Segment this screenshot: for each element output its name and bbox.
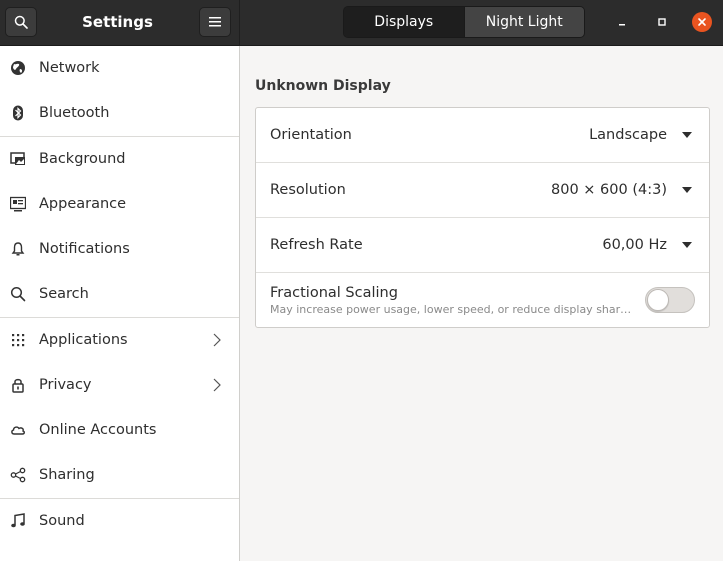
minimize-icon [619, 24, 625, 26]
sidebar-item-label: Search [39, 286, 89, 302]
sidebar-item-label: Network [39, 60, 100, 76]
minimize-button[interactable] [612, 12, 632, 32]
display-settings-panel: Orientation Landscape Resolution 800 × 6… [255, 107, 710, 328]
music-note-icon [10, 513, 26, 529]
background-icon [10, 151, 26, 167]
app-title: Settings [82, 13, 153, 31]
sidebar-item-sharing[interactable]: Sharing [0, 453, 239, 497]
refresh-rate-label: Refresh Rate [270, 237, 363, 253]
sidebar-item-label: Background [39, 151, 126, 167]
dropdown-arrow-icon [682, 187, 692, 193]
orientation-row[interactable]: Orientation Landscape [256, 108, 709, 163]
sidebar-item-label: Online Accounts [39, 422, 157, 438]
dropdown-arrow-icon [682, 242, 692, 248]
fractional-scaling-row: Fractional Scaling May increase power us… [256, 273, 709, 327]
bell-icon [10, 241, 26, 257]
search-button[interactable] [5, 7, 37, 37]
sidebar-item-bluetooth[interactable]: Bluetooth [0, 91, 239, 135]
sidebar-item-online-accounts[interactable]: Online Accounts [0, 408, 239, 452]
chevron-right-icon [213, 378, 221, 392]
apps-grid-icon [10, 332, 26, 348]
sidebar-item-label: Notifications [39, 241, 130, 257]
sidebar-item-label: Sound [39, 513, 85, 529]
hamburger-menu-icon [209, 17, 221, 27]
maximize-button[interactable] [652, 12, 672, 32]
tab-displays[interactable]: Displays [344, 7, 465, 37]
lock-icon [10, 377, 26, 393]
sidebar-item-privacy[interactable]: Privacy [0, 363, 239, 407]
orientation-label: Orientation [270, 127, 352, 143]
resolution-label: Resolution [270, 182, 346, 198]
fractional-scaling-description: May increase power usage, lower speed, o… [270, 303, 635, 316]
fractional-scaling-label: Fractional Scaling [270, 285, 398, 301]
orientation-value: Landscape [589, 127, 667, 143]
resolution-row[interactable]: Resolution 800 × 600 (4:3) [256, 163, 709, 218]
section-title: Unknown Display [255, 78, 391, 94]
globe-icon [10, 60, 26, 76]
share-icon [10, 467, 26, 483]
sidebar-item-label: Privacy [39, 377, 92, 393]
refresh-rate-row[interactable]: Refresh Rate 60,00 Hz [256, 218, 709, 273]
menu-button[interactable] [199, 7, 231, 37]
search-icon [10, 286, 26, 302]
sidebar-item-background[interactable]: Background [0, 137, 239, 181]
fractional-scaling-toggle[interactable] [645, 287, 695, 313]
sidebar-header: Settings [0, 0, 240, 46]
resolution-value: 800 × 600 (4:3) [551, 182, 667, 198]
sidebar-item-appearance[interactable]: Appearance [0, 182, 239, 226]
dropdown-arrow-icon [682, 132, 692, 138]
bluetooth-icon [10, 105, 26, 121]
search-icon [14, 15, 28, 29]
maximize-icon [658, 18, 666, 26]
close-icon [698, 18, 706, 26]
sidebar-item-notifications[interactable]: Notifications [0, 227, 239, 271]
toggle-knob [647, 289, 669, 311]
sidebar-item-next[interactable] [0, 544, 239, 561]
sidebar: Network Bluetooth Background Appearance … [0, 46, 240, 561]
view-switcher: Displays Night Light [343, 6, 585, 38]
close-button[interactable] [692, 12, 712, 32]
sidebar-item-label: Sharing [39, 467, 95, 483]
sidebar-item-applications[interactable]: Applications [0, 318, 239, 362]
refresh-rate-value: 60,00 Hz [602, 237, 667, 253]
chevron-right-icon [213, 333, 221, 347]
cloud-icon [10, 422, 26, 438]
sidebar-item-label: Appearance [39, 196, 127, 212]
tab-night-light[interactable]: Night Light [464, 7, 584, 37]
sidebar-item-network[interactable]: Network [0, 46, 239, 90]
sidebar-item-label: Bluetooth [39, 105, 110, 121]
sidebar-item-sound[interactable]: Sound [0, 499, 239, 543]
sidebar-item-search[interactable]: Search [0, 272, 239, 316]
sidebar-item-label: Applications [39, 332, 128, 348]
header-bar: Settings Displays Night Light [0, 0, 723, 46]
appearance-icon [10, 196, 26, 212]
